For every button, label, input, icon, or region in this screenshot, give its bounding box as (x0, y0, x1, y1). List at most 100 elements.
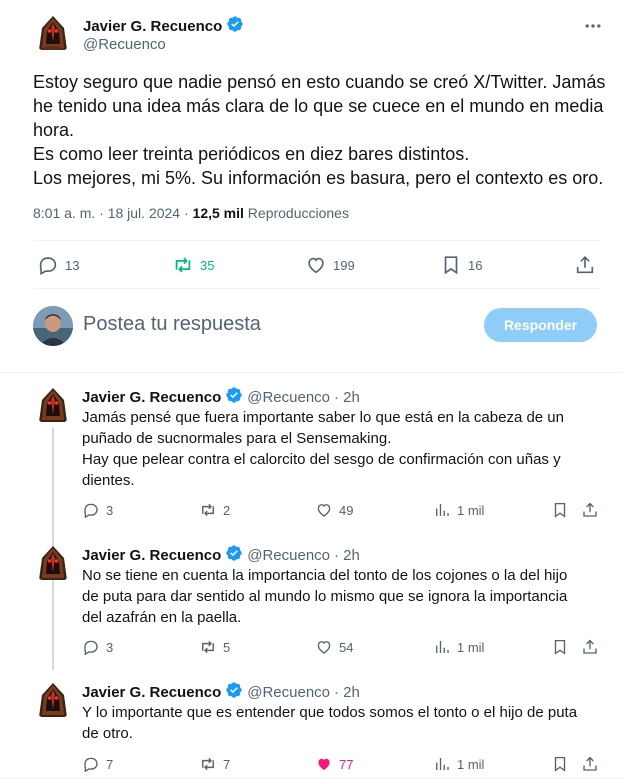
reply-avatar[interactable] (33, 681, 73, 721)
author-avatar[interactable] (33, 14, 73, 54)
repost-count: 2 (223, 502, 231, 518)
reply-icon (84, 503, 98, 519)
reply-action[interactable]: 3 (82, 501, 113, 519)
reply-author-name[interactable]: Javier G. Recuenco (82, 684, 221, 701)
reply-text-line: del azafrán en la paella. (82, 609, 242, 626)
views-action[interactable]: 1 mil (433, 638, 484, 656)
bookmark-icon (554, 502, 566, 518)
verified-badge-icon (226, 15, 244, 37)
reply-button[interactable]: Responder (484, 308, 597, 342)
reply-icon (84, 757, 98, 773)
bookmark-action[interactable]: 16 (440, 254, 482, 276)
repost-count: 7 (223, 756, 231, 772)
repost-count: 35 (200, 257, 215, 273)
repost-icon (202, 503, 214, 517)
reply-text-line: Y lo importante que es entender que todo… (82, 704, 578, 721)
repost-action[interactable]: 5 (199, 638, 230, 656)
author-name[interactable]: Javier G. Recuenco (83, 18, 222, 35)
share-action[interactable] (574, 254, 596, 276)
reply-text: No se tiene en cuenta la importancia del… (82, 565, 602, 628)
bookmark-action[interactable] (551, 755, 569, 773)
reply-time[interactable]: · 2h (334, 684, 360, 701)
tweet-text-line: he tenido una idea más clara de lo que s… (33, 96, 604, 116)
divider (0, 778, 623, 779)
divider (33, 288, 600, 289)
repost-icon (202, 757, 214, 771)
like-count: 77 (339, 756, 354, 772)
views-action[interactable]: 1 mil (433, 501, 484, 519)
share-icon (583, 756, 597, 771)
bookmark-icon (554, 639, 566, 655)
like-count: 199 (333, 257, 355, 273)
reply-count: 3 (106, 639, 114, 655)
reply-handle[interactable]: @Recuenco (247, 547, 330, 564)
reply-text-line: Jamás pensé que fuera importante saber l… (82, 409, 564, 426)
reply-text-line: de puta para dar sentido al mundo lo mis… (82, 588, 568, 605)
tweet-text-line: Los mejores, mi 5%. Su información es ba… (33, 168, 604, 188)
tweet-text-line: Estoy seguro que nadie pensó en esto cua… (33, 72, 606, 92)
bookmark-icon (554, 756, 566, 772)
reply-handle[interactable]: @Recuenco (247, 389, 330, 406)
like-count: 54 (339, 639, 354, 655)
tweet-text: Estoy seguro que nadie pensó en esto cua… (33, 70, 606, 190)
like-count: 49 (339, 502, 354, 518)
author-handle[interactable]: @Recuenco (83, 36, 166, 53)
tweet-text-line: Es como leer treinta periódicos en diez … (33, 144, 470, 164)
views-count[interactable]: 12,5 mil (193, 205, 244, 221)
reply-text: Y lo importante que es entender que todo… (82, 702, 602, 744)
reply-count: 7 (106, 756, 114, 772)
tweet-timestamp[interactable]: 8:01 a. m. · 18 jul. 2024 · (33, 205, 193, 221)
reply-text-line: dientes. (82, 472, 135, 489)
bookmark-action[interactable] (551, 638, 569, 656)
like-action[interactable]: 199 (305, 254, 355, 276)
reply-input[interactable]: Postea tu respuesta (83, 313, 261, 336)
repost-icon (175, 257, 191, 273)
reply-time[interactable]: · 2h (334, 547, 360, 564)
reply-author-name[interactable]: Javier G. Recuenco (82, 547, 221, 564)
bookmark-count: 16 (468, 257, 483, 273)
bookmark-action[interactable] (551, 501, 569, 519)
more-icon[interactable] (583, 16, 603, 36)
reply-text-line: No se tiene en cuenta la importancia del… (82, 567, 568, 584)
views-label: Reproducciones (243, 205, 349, 221)
share-action[interactable] (581, 638, 599, 656)
views-count: 1 mil (457, 502, 485, 518)
reply-text-line: Hay que pelear contra el calorcito del s… (82, 451, 561, 468)
share-action[interactable] (581, 501, 599, 519)
views-icon (436, 504, 449, 516)
like-action[interactable]: 49 (315, 501, 353, 519)
repost-action[interactable]: 7 (199, 755, 230, 773)
tweet-text-line: hora. (33, 120, 75, 140)
views-action[interactable]: 1 mil (433, 755, 484, 773)
share-icon (583, 639, 597, 654)
repost-action[interactable]: 2 (199, 501, 230, 519)
author-name-row[interactable]: Javier G. Recuenco (83, 15, 244, 37)
bookmark-icon (444, 256, 458, 275)
reply-avatar[interactable] (33, 386, 73, 426)
user-avatar[interactable] (33, 306, 73, 346)
repost-icon (202, 640, 214, 654)
verified-badge-icon (225, 386, 243, 408)
share-action[interactable] (581, 755, 599, 773)
reply-count: 3 (106, 502, 114, 518)
divider (33, 240, 600, 241)
reply-avatar[interactable] (33, 544, 73, 584)
like-action[interactable]: 54 (315, 638, 353, 656)
like-icon (308, 257, 324, 274)
reply-header: Javier G. Recuenco @Recuenco · 2h (82, 681, 360, 703)
views-count: 1 mil (457, 756, 485, 772)
reply-text-line: puñado de sucnormales para el Sensemakin… (82, 430, 392, 447)
reply-handle[interactable]: @Recuenco (247, 684, 330, 701)
reply-text-line: de otro. (82, 725, 133, 742)
views-icon (436, 641, 449, 653)
repost-action[interactable]: 35 (172, 254, 214, 276)
reply-time[interactable]: · 2h (334, 389, 360, 406)
reply-action[interactable]: 7 (82, 755, 113, 773)
reply-header: Javier G. Recuenco @Recuenco · 2h (82, 386, 360, 408)
tweet-meta: 8:01 a. m. · 18 jul. 2024 · 12,5 mil Rep… (33, 205, 349, 221)
reply-action[interactable]: 3 (82, 638, 113, 656)
reply-author-name[interactable]: Javier G. Recuenco (82, 389, 221, 406)
like-action[interactable]: 77 (315, 755, 353, 773)
verified-badge-icon (225, 544, 243, 566)
reply-action[interactable]: 13 (37, 254, 79, 276)
